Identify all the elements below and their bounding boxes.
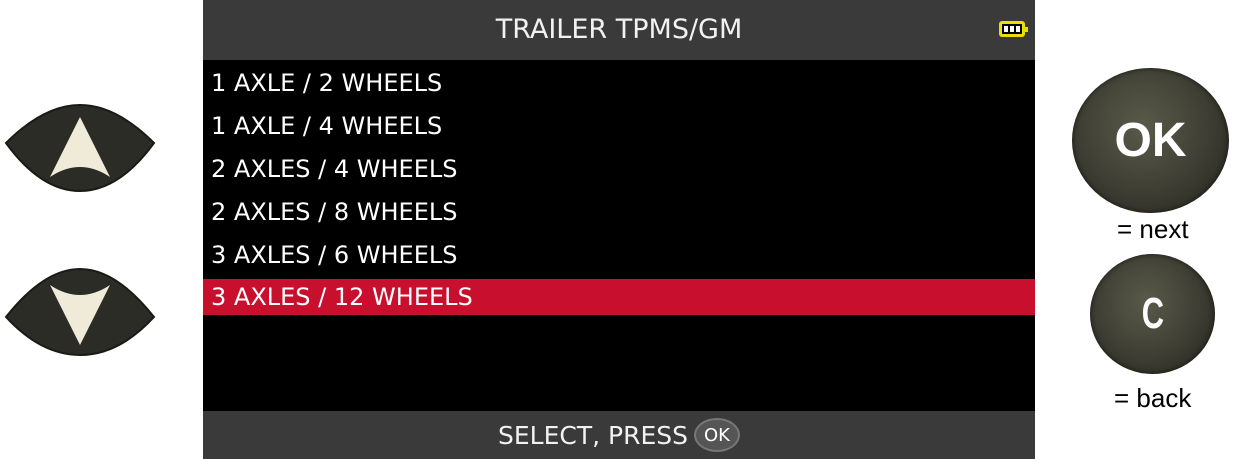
menu-item[interactable]: 1 AXLE / 2 WHEELS: [203, 62, 1035, 105]
screen-header: TRAILER TPMS/GM: [203, 0, 1035, 60]
ok-button[interactable]: OK: [1072, 68, 1229, 213]
ok-caption: = next: [1117, 214, 1189, 244]
device-screen: TRAILER TPMS/GM 1 AXLE / 2 WHEELS 1 AXLE…: [203, 0, 1035, 459]
menu-item[interactable]: 3 AXLES / 6 WHEELS: [203, 234, 1035, 277]
axle-config-menu: 1 AXLE / 2 WHEELS 1 AXLE / 4 WHEELS 2 AX…: [203, 62, 1035, 315]
c-button[interactable]: C: [1090, 254, 1215, 374]
c-caption: = back: [1114, 383, 1192, 413]
menu-item-selected[interactable]: 3 AXLES / 12 WHEELS: [203, 279, 1035, 315]
menu-item[interactable]: 1 AXLE / 4 WHEELS: [203, 105, 1035, 148]
ok-button-label: OK: [1114, 114, 1187, 167]
footer-instruction: SELECT, PRESS: [498, 420, 688, 450]
screen-title: TRAILER TPMS/GM: [495, 14, 743, 45]
battery-icon: [999, 21, 1028, 37]
menu-item[interactable]: 2 AXLES / 8 WHEELS: [203, 191, 1035, 234]
arrow-down-key[interactable]: [4, 267, 156, 357]
menu-item[interactable]: 2 AXLES / 4 WHEELS: [203, 148, 1035, 191]
arrow-up-key[interactable]: [4, 103, 156, 193]
c-button-label: C: [1141, 289, 1164, 338]
ok-icon: OK: [694, 418, 740, 452]
screen-footer: SELECT, PRESS OK: [203, 411, 1035, 459]
